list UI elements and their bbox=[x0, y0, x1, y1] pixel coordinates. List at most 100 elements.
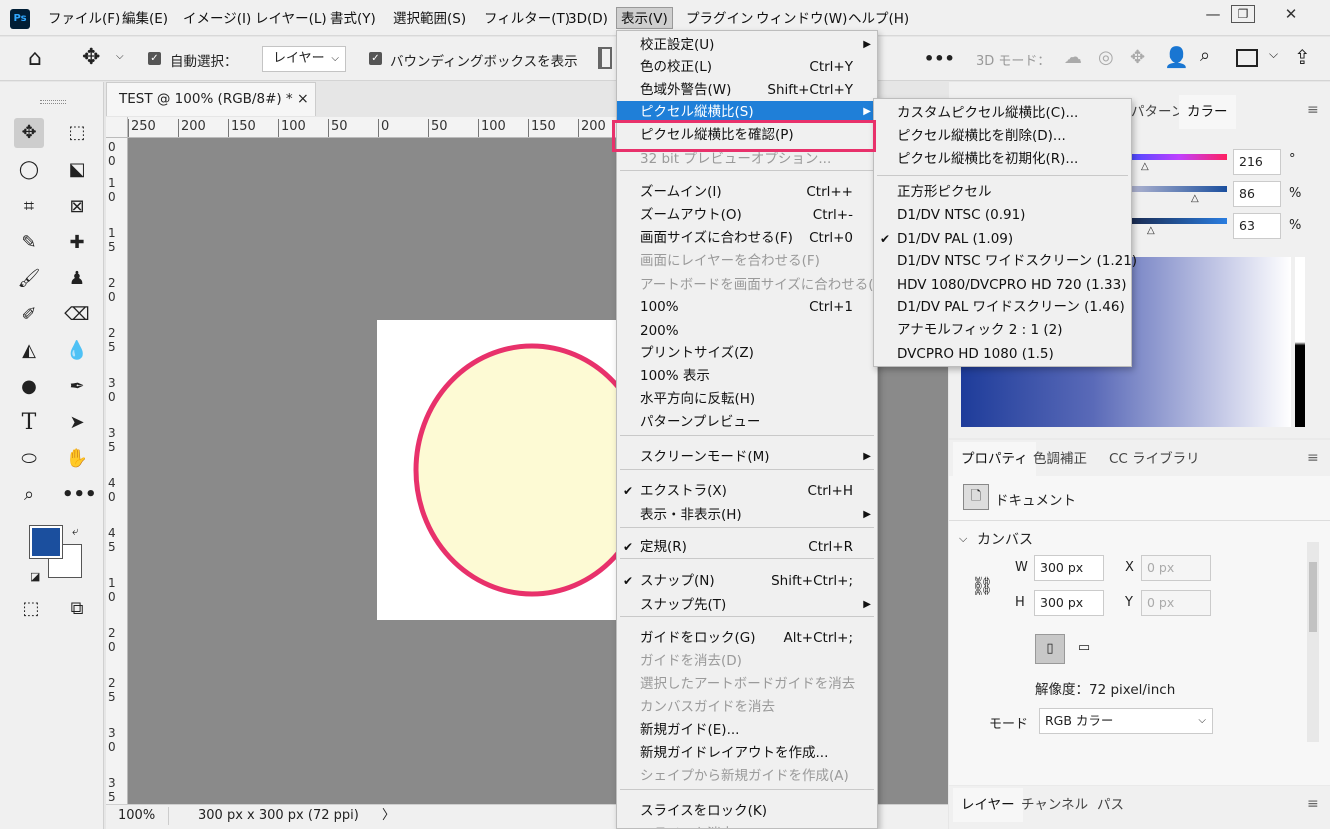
menu-3d[interactable]: 3D(D) bbox=[568, 8, 608, 30]
slider-handle-icon[interactable]: △ bbox=[1141, 161, 1149, 172]
history-brush-icon[interactable]: ✐ bbox=[14, 300, 44, 330]
home-icon[interactable]: ⌂ bbox=[28, 46, 42, 71]
x-input[interactable]: 0 px bbox=[1141, 555, 1211, 581]
view-menu-item[interactable]: 画面サイズに合わせる(F) Ctrl+0 bbox=[617, 227, 877, 249]
pixel-aspect-item[interactable]: ピクセル縦横比を削除(D)... bbox=[874, 125, 1131, 147]
tab-paths[interactable]: パス bbox=[1089, 788, 1132, 822]
brightness-slider[interactable] bbox=[1131, 218, 1227, 224]
menu-type[interactable]: 書式(Y) bbox=[330, 8, 376, 30]
view-menu-item[interactable]: ズームアウト(O) Ctrl+- bbox=[617, 204, 877, 226]
chevron-down-icon[interactable]: ⌵ bbox=[116, 51, 124, 62]
view-menu-item[interactable]: 新規ガイドレイアウトを作成... bbox=[617, 742, 877, 764]
share-user-icon[interactable]: 👤 bbox=[1164, 45, 1189, 69]
share-icon[interactable]: ⇪ bbox=[1294, 45, 1311, 69]
document-tab[interactable]: TEST @ 100% (RGB/8#) * × bbox=[106, 82, 316, 116]
auto-select-checkbox[interactable]: ✓ bbox=[148, 51, 161, 66]
crop-tool-icon[interactable]: ⌗ bbox=[14, 192, 44, 222]
pixel-aspect-item[interactable]: D1/DV NTSC ワイドスクリーン (1.21) bbox=[874, 250, 1137, 272]
view-menu-item[interactable]: スクリーンモード(M) ▶ bbox=[617, 446, 877, 468]
view-menu-item[interactable]: 100% 表示 bbox=[617, 365, 877, 387]
menu-filter[interactable]: フィルター(T) bbox=[484, 8, 570, 30]
marquee-tool-icon[interactable]: ⬚ bbox=[62, 118, 92, 148]
pixel-aspect-item[interactable]: 正方形ピクセル bbox=[874, 181, 1131, 203]
swap-colors-icon[interactable]: ⤶ bbox=[72, 524, 79, 539]
tab-channels[interactable]: チャンネル bbox=[1013, 788, 1096, 822]
object-select-icon[interactable]: ⬕ bbox=[62, 155, 92, 185]
paint-bucket-icon[interactable]: ◭ bbox=[14, 336, 44, 366]
hue-slider[interactable] bbox=[1131, 154, 1227, 160]
menu-window[interactable]: ウィンドウ(W) bbox=[756, 8, 847, 30]
view-menu-item[interactable]: 表示・非表示(H) ▶ bbox=[617, 504, 877, 526]
lasso-tool-icon[interactable]: ◯ bbox=[14, 155, 44, 185]
view-menu-item[interactable]: ✔ 定規(R) Ctrl+R bbox=[617, 536, 877, 558]
move-tool-icon[interactable]: ✥ bbox=[14, 118, 44, 148]
type-tool-icon[interactable]: T bbox=[14, 408, 44, 438]
zoom-level[interactable]: 100% bbox=[118, 805, 155, 827]
pixel-aspect-item[interactable]: D1/DV NTSC (0.91) bbox=[874, 204, 1131, 226]
tab-adjustments[interactable]: 色調補正 bbox=[1025, 442, 1095, 476]
ellipse-tool-icon[interactable]: ⬭ bbox=[14, 444, 44, 474]
pixel-aspect-item[interactable]: ピクセル縦横比を初期化(R)... bbox=[874, 148, 1131, 170]
move-tool-icon[interactable]: ✥ bbox=[82, 45, 100, 70]
scrollbar-thumb[interactable] bbox=[1309, 562, 1317, 632]
3d-orbit-icon[interactable]: ☁ bbox=[1064, 47, 1082, 68]
view-menu-item[interactable]: 200% bbox=[617, 320, 877, 342]
pixel-aspect-item[interactable]: アナモルフィック 2 : 1 (2) bbox=[874, 319, 1131, 341]
pixel-aspect-item[interactable]: ✔ D1/DV PAL (1.09) bbox=[874, 228, 1131, 250]
menu-edit[interactable]: 編集(E) bbox=[122, 8, 168, 30]
scrollbar[interactable] bbox=[1307, 542, 1319, 742]
view-menu-item[interactable]: 校正設定(U) ▶ bbox=[617, 34, 877, 56]
quick-mask-icon[interactable]: ⬚ bbox=[16, 594, 46, 624]
status-menu-icon[interactable]: 〉 bbox=[382, 805, 395, 827]
height-input[interactable]: 300 px bbox=[1034, 590, 1104, 616]
screen-mode-icon[interactable]: ⧉ bbox=[62, 594, 92, 624]
menu-select[interactable]: 選択範囲(S) bbox=[393, 8, 466, 30]
portrait-orientation-icon[interactable]: ▯ bbox=[1035, 634, 1065, 664]
zoom-tool-icon[interactable]: ⌕ bbox=[14, 480, 44, 510]
panel-menu-icon[interactable]: ≡ bbox=[1307, 102, 1319, 118]
frame-tool-icon[interactable]: ⊠ bbox=[62, 192, 92, 222]
y-input[interactable]: 0 px bbox=[1141, 590, 1211, 616]
view-menu-item[interactable]: プリントサイズ(Z) bbox=[617, 342, 877, 364]
brightness-ramp[interactable] bbox=[1295, 257, 1305, 427]
link-icon[interactable]: ⛓ bbox=[971, 576, 994, 597]
pixel-aspect-item[interactable]: HDV 1080/DVCPRO HD 720 (1.33) bbox=[874, 274, 1131, 296]
more-tools-icon[interactable]: ••• bbox=[62, 480, 97, 510]
align-left-icon[interactable] bbox=[598, 47, 612, 69]
menu-file[interactable]: ファイル(F) bbox=[48, 8, 120, 30]
3d-pan-icon[interactable]: ✥ bbox=[1130, 47, 1145, 68]
eyedropper-icon[interactable]: ✎ bbox=[14, 228, 44, 258]
view-menu-item[interactable]: スライスをロック(K) bbox=[617, 800, 877, 822]
bounding-box-checkbox[interactable]: ✓ bbox=[369, 51, 382, 66]
restore-button[interactable]: ❐ bbox=[1231, 5, 1255, 23]
chevron-down-icon[interactable]: ⌵ bbox=[1269, 47, 1278, 62]
view-menu-item[interactable]: ✔ エクストラ(X) Ctrl+H bbox=[617, 480, 877, 502]
foreground-color-swatch[interactable] bbox=[29, 525, 63, 559]
blur-tool-icon[interactable]: 💧 bbox=[62, 336, 92, 366]
view-menu-item[interactable]: 色域外警告(W) Shift+Ctrl+Y bbox=[617, 79, 877, 101]
view-menu-item[interactable]: パターンプレビュー bbox=[617, 411, 877, 433]
stamp-tool-icon[interactable]: ♟ bbox=[62, 264, 92, 294]
brush-tool-icon[interactable]: 🖌 bbox=[14, 264, 44, 294]
dodge-tool-icon[interactable]: ● bbox=[14, 372, 44, 402]
saturation-slider[interactable] bbox=[1131, 186, 1227, 192]
tab-color[interactable]: カラー bbox=[1179, 95, 1236, 129]
more-options-icon[interactable]: ••• bbox=[924, 49, 955, 68]
auto-select-dropdown[interactable]: レイヤー ⌵ bbox=[262, 46, 346, 72]
workspace-icon[interactable] bbox=[1236, 49, 1258, 67]
landscape-orientation-icon[interactable]: ▭ bbox=[1069, 634, 1099, 664]
view-menu-item[interactable]: 新規ガイド(E)... bbox=[617, 719, 877, 741]
brightness-input[interactable]: 63 bbox=[1233, 213, 1281, 239]
hue-input[interactable]: 216 bbox=[1233, 149, 1281, 175]
menu-view[interactable]: 表示(V) bbox=[616, 7, 673, 29]
width-input[interactable]: 300 px bbox=[1034, 555, 1104, 581]
search-icon[interactable]: ⌕ bbox=[1200, 45, 1210, 66]
menu-layer[interactable]: レイヤー(L) bbox=[255, 8, 327, 30]
path-select-icon[interactable]: ➤ bbox=[62, 408, 92, 438]
healing-brush-icon[interactable]: ✚ bbox=[62, 228, 92, 258]
chevron-down-icon[interactable]: ⌵ bbox=[959, 532, 967, 546]
pixel-aspect-item[interactable]: DVCPRO HD 1080 (1.5) bbox=[874, 343, 1131, 365]
close-button[interactable]: ✕ bbox=[1276, 3, 1306, 25]
tab-properties[interactable]: プロパティ bbox=[953, 442, 1036, 476]
menu-help[interactable]: ヘルプ(H) bbox=[848, 8, 909, 30]
